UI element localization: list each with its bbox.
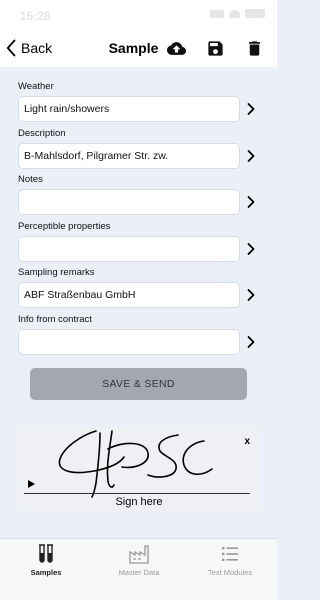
field-label-perceptible-properties: Perceptible properties	[18, 221, 111, 232]
chevron-right-icon	[247, 289, 255, 301]
sampling-remarks-chevron[interactable]	[246, 288, 256, 302]
signature-hint: Sign here	[115, 496, 163, 508]
perceptible-properties-input[interactable]	[18, 236, 240, 262]
notes-chevron[interactable]	[246, 195, 256, 209]
signature-pad[interactable]: x Sign here	[18, 427, 260, 511]
perceptible-properties-chevron[interactable]	[246, 242, 256, 256]
description-chevron[interactable]	[246, 149, 256, 163]
sampling-remarks-input[interactable]: ABF Straßenbau GmbH	[18, 282, 240, 308]
tab-text-modules[interactable]: Text Modules	[190, 543, 270, 577]
chevron-right-icon	[247, 243, 255, 255]
save-and-send-button[interactable]: SAVE & SEND	[30, 368, 247, 400]
battery-icon	[245, 9, 265, 18]
description-input[interactable]: B-Mahlsdorf, Pilgramer Str. zw.	[18, 143, 240, 169]
signature-start-marker	[28, 480, 35, 488]
nav-actions	[167, 39, 264, 58]
weather-input[interactable]: Light rain/showers	[18, 96, 240, 122]
chevron-right-icon	[247, 336, 255, 348]
factory-icon	[129, 545, 149, 564]
cloud-upload-icon[interactable]	[167, 39, 186, 58]
list-icon	[222, 547, 238, 561]
tab-bar: Samples Master Data Text Modules	[0, 538, 277, 600]
tab-master-data[interactable]: Master Data	[99, 543, 179, 577]
clear-signature-button[interactable]: x	[244, 436, 250, 447]
notes-input[interactable]	[18, 189, 240, 215]
chevron-right-icon	[247, 150, 255, 162]
tab-samples-label: Samples	[30, 568, 62, 577]
status-time: 15:28	[20, 9, 51, 23]
test-tubes-icon	[39, 544, 53, 563]
field-label-description: Description	[18, 128, 66, 139]
tab-samples[interactable]: Samples	[6, 543, 86, 577]
tab-text-modules-label: Text Modules	[207, 568, 253, 577]
trash-icon[interactable]	[245, 39, 264, 58]
info-from-contract-chevron[interactable]	[246, 335, 256, 349]
field-label-info-from-contract: Info from contract	[18, 314, 92, 325]
status-icons	[210, 9, 265, 18]
navigation-bar: Back Sample	[0, 30, 277, 67]
save-icon[interactable]	[206, 39, 225, 58]
wifi-icon	[229, 9, 240, 18]
tab-master-data-label: Master Data	[118, 568, 160, 577]
chevron-right-icon	[247, 196, 255, 208]
weather-chevron[interactable]	[246, 102, 256, 116]
field-label-sampling-remarks: Sampling remarks	[18, 267, 95, 278]
info-from-contract-input[interactable]	[18, 329, 240, 355]
field-label-notes: Notes	[18, 174, 43, 185]
signature-baseline	[24, 493, 250, 494]
chevron-right-icon	[247, 103, 255, 115]
status-bar: 15:28	[0, 0, 277, 30]
signal-icon	[210, 9, 224, 18]
field-label-weather: Weather	[18, 81, 54, 92]
